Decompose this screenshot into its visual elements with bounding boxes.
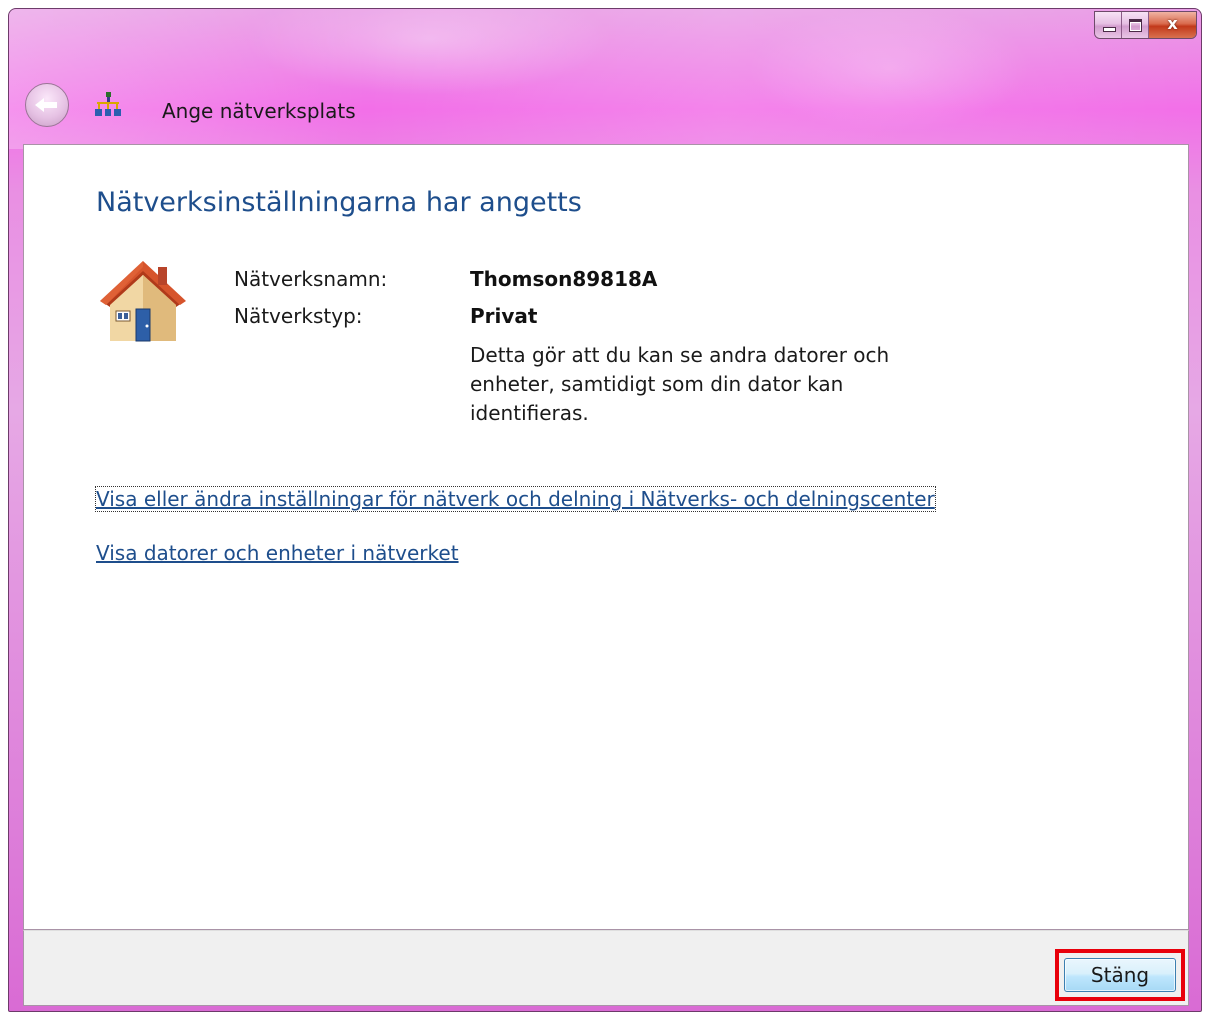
dialog-footer: Stäng <box>23 930 1189 1006</box>
window-close-button[interactable]: x <box>1149 12 1196 38</box>
close-button[interactable]: Stäng <box>1064 958 1176 992</box>
network-sharing-center-link[interactable]: Visa eller ändra inställningar för nätve… <box>95 486 936 512</box>
home-network-icon <box>100 261 186 342</box>
dialog-window: x Ange nätverksplats Nätverksinställning… <box>8 8 1202 1012</box>
back-arrow-tail <box>43 102 57 108</box>
minimize-button[interactable] <box>1095 12 1122 38</box>
page-heading: Nätverksinställningarna har angetts <box>96 187 582 218</box>
content-panel: Nätverksinställningarna har angetts Nätv… <box>23 144 1189 930</box>
network-type-value: Privat <box>470 304 538 328</box>
minimize-icon <box>1103 27 1116 32</box>
back-button[interactable] <box>25 83 69 127</box>
view-network-computers-link[interactable]: Visa datorer och enheter i nätverket <box>96 541 459 565</box>
window-caption-buttons: x <box>1094 11 1197 39</box>
network-type-description: Detta gör att du kan se andra datorer oc… <box>470 343 890 425</box>
maximize-button[interactable] <box>1122 12 1149 38</box>
window-title: Ange nätverksplats <box>162 99 356 123</box>
network-name-label: Nätverksnamn: <box>234 267 388 291</box>
close-icon: x <box>1167 14 1178 33</box>
network-name-value: Thomson89818A <box>470 267 658 291</box>
network-type-label: Nätverkstyp: <box>234 304 363 328</box>
maximize-icon <box>1129 19 1142 32</box>
network-icon <box>95 92 121 116</box>
title-bar-sheen <box>9 9 1201 149</box>
